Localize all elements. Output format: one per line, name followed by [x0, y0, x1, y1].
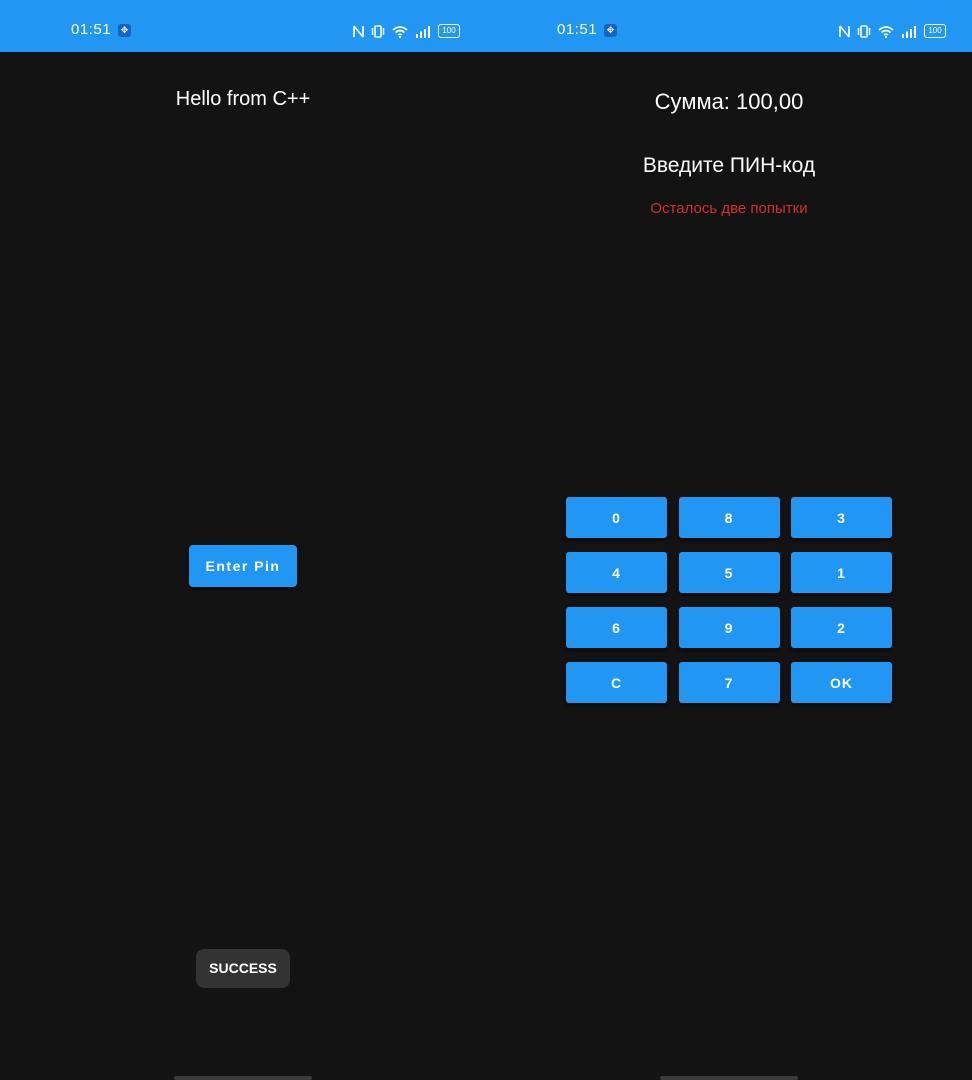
battery-icon: 100 [924, 24, 946, 38]
pin-entry-screen: 01:51 ✥ 100 Сумма: 100,00 Введите ПИН-ко… [486, 0, 972, 1080]
battery-icon: 100 [438, 24, 460, 38]
keypad-key-4[interactable]: 4 [566, 552, 667, 593]
keypad-key-3[interactable]: 3 [791, 497, 892, 538]
payment-amount: Сумма: 100,00 [654, 89, 804, 114]
usb-debug-icon: ✥ [118, 24, 131, 37]
vibrate-icon [371, 24, 385, 38]
nfc-icon [353, 24, 364, 38]
greeting-text: Hello from C++ [175, 88, 311, 110]
keypad-clear-button[interactable]: C [566, 662, 667, 703]
status-icons: 100 [353, 22, 460, 40]
keypad-key-8[interactable]: 8 [678, 497, 780, 538]
wifi-icon [392, 25, 408, 38]
status-time: 01:51 [557, 21, 598, 38]
keypad-key-0[interactable]: 0 [566, 497, 667, 538]
success-toast: SUCCESS [196, 949, 290, 988]
status-time: 01:51 [71, 21, 112, 38]
signal-icon [902, 25, 916, 38]
pin-prompt: Введите ПИН-код [642, 154, 816, 177]
gesture-nav-handle[interactable] [660, 1076, 798, 1080]
attempts-warning: Осталось две попытки [650, 200, 808, 217]
keypad-key-2[interactable]: 2 [791, 607, 892, 648]
keypad-key-9[interactable]: 9 [678, 607, 780, 648]
nfc-icon [839, 24, 850, 38]
pin-keypad: 0 8 3 4 5 1 6 9 2 C 7 OK [566, 497, 892, 703]
status-icons: 100 [839, 22, 946, 40]
vibrate-icon [857, 24, 871, 38]
status-bar: 01:51 ✥ 100 [486, 0, 972, 52]
status-bar: 01:51 ✥ 100 [0, 0, 486, 52]
keypad-key-6[interactable]: 6 [566, 607, 667, 648]
wifi-icon [878, 25, 894, 38]
keypad-key-7[interactable]: 7 [678, 662, 780, 703]
signal-icon [416, 25, 430, 38]
keypad-ok-button[interactable]: OK [791, 662, 892, 703]
enter-pin-button[interactable]: Enter Pin [189, 545, 297, 587]
gesture-nav-handle[interactable] [174, 1076, 312, 1080]
usb-debug-icon: ✥ [604, 24, 617, 37]
main-screen: 01:51 ✥ 100 Hello from C++ Enter Pin SUC… [0, 0, 486, 1080]
keypad-key-1[interactable]: 1 [791, 552, 892, 593]
keypad-key-5[interactable]: 5 [678, 552, 780, 593]
